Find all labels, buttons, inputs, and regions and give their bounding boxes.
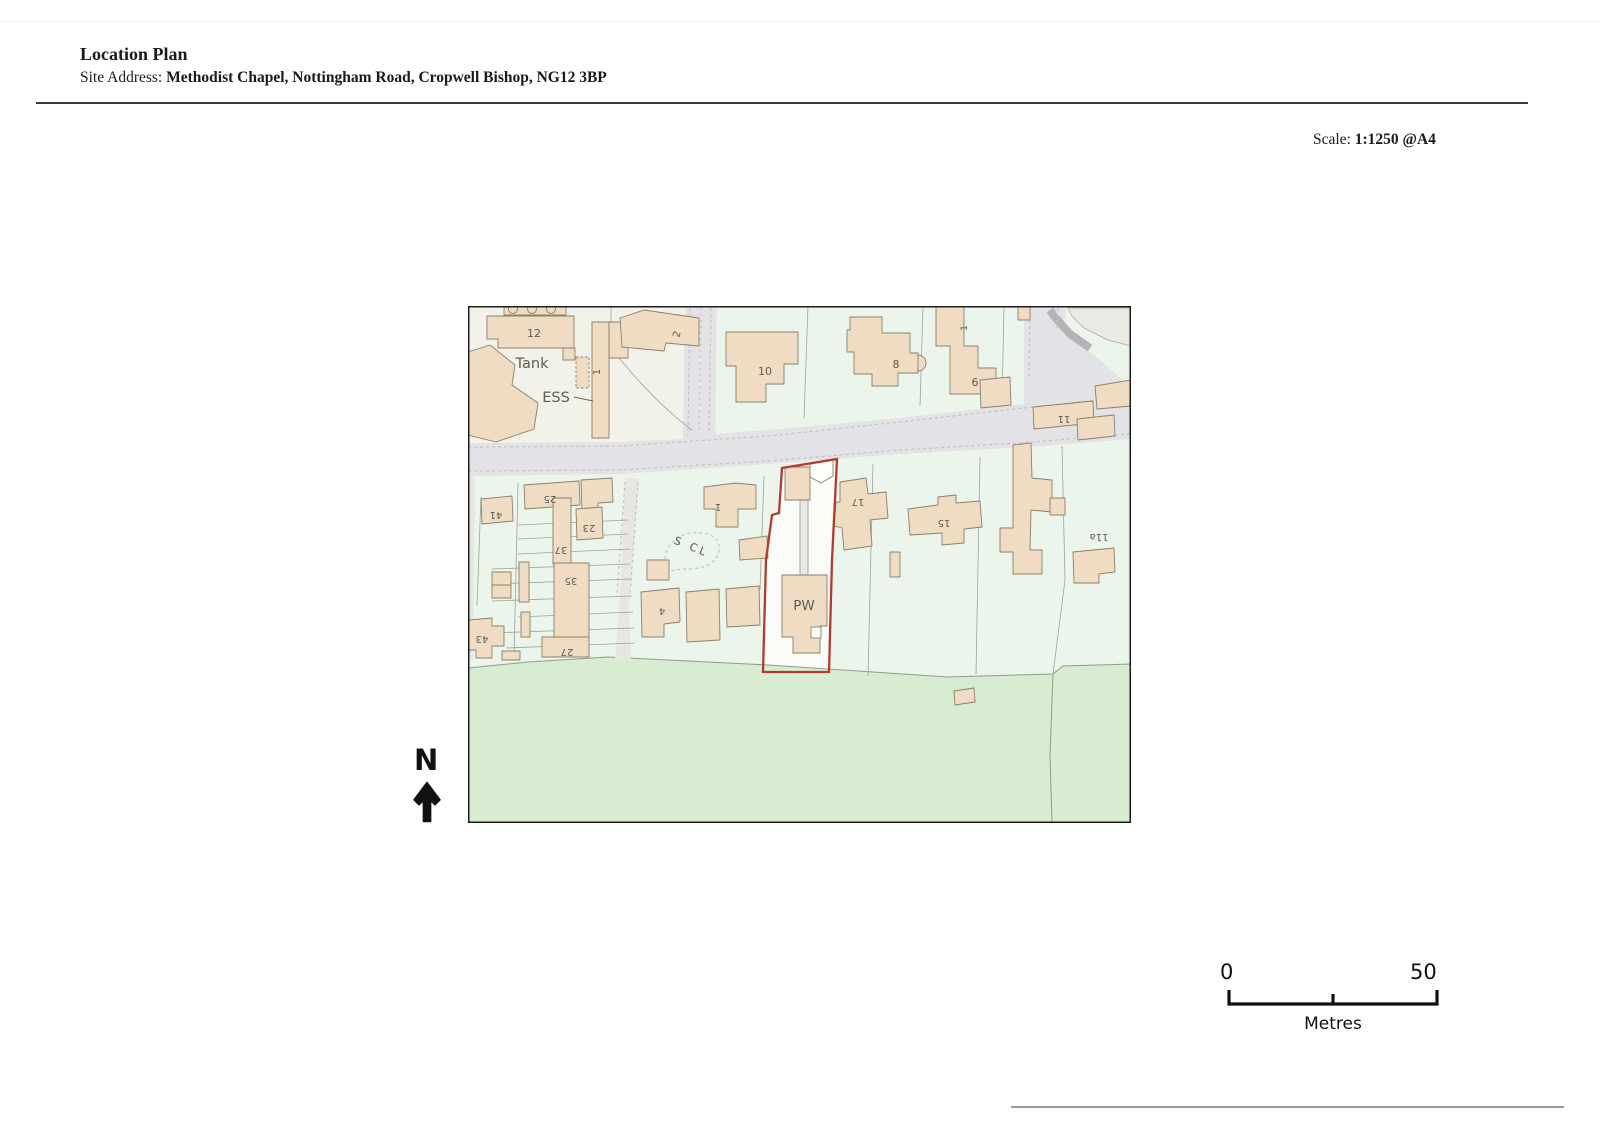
- map-label: 43: [476, 633, 489, 644]
- map-label: 25: [544, 493, 557, 504]
- scale-bar-start: 0: [1220, 960, 1233, 984]
- map-label: 11: [1058, 413, 1071, 424]
- location-plan-page: Location Plan Site Address: Methodist Ch…: [0, 0, 1600, 1132]
- north-arrow-icon: [409, 781, 445, 823]
- map-label: 11a: [1090, 531, 1109, 542]
- map-label: 37: [555, 544, 568, 555]
- scale-label: Scale:: [1313, 131, 1351, 148]
- page-top-rule: [0, 21, 1600, 22]
- header-divider: [36, 102, 1528, 104]
- location-plan-map: 12TankESS12108161111a4125233735274341171…: [468, 306, 1131, 823]
- map-label: PW: [793, 598, 815, 614]
- map-label: 1: [960, 325, 970, 331]
- map-label: 12: [527, 327, 541, 340]
- north-label: N: [414, 743, 438, 777]
- scale-value: 1:1250 @A4: [1355, 131, 1436, 148]
- map-label: 1: [592, 369, 603, 375]
- map-label: 4: [659, 605, 665, 616]
- scale-bar-unit: Metres: [1198, 1014, 1468, 1034]
- map-label: 15: [938, 517, 951, 528]
- scale-bar: 0 50 Metres: [1198, 948, 1468, 1040]
- scale-bar-end: 50: [1410, 960, 1437, 984]
- map-label: ESS: [542, 390, 570, 406]
- scale-bar-rule: [1198, 988, 1458, 1008]
- map-label: 6: [972, 376, 979, 389]
- page-title: Location Plan: [80, 44, 188, 65]
- footer-rule: [1011, 1106, 1564, 1108]
- map-label: 27: [561, 646, 574, 657]
- scale-note: Scale: 1:1250 @A4: [1313, 131, 1436, 149]
- site-address-value: Methodist Chapel, Nottingham Road, Cropw…: [166, 69, 607, 86]
- map-label: 10: [758, 365, 772, 378]
- site-address-label: Site Address:: [80, 69, 162, 86]
- map-label: 17: [852, 496, 865, 507]
- map-label: 41: [490, 509, 503, 520]
- north-arrow: N: [409, 729, 469, 829]
- field-layer: [468, 657, 1131, 823]
- map-label: 1: [715, 501, 721, 512]
- map-label: 23: [583, 522, 596, 533]
- map-label: 8: [893, 358, 900, 371]
- site-address-line: Site Address: Methodist Chapel, Nottingh…: [80, 69, 607, 87]
- map-label: Tank: [515, 356, 550, 372]
- map-label: 35: [565, 575, 578, 586]
